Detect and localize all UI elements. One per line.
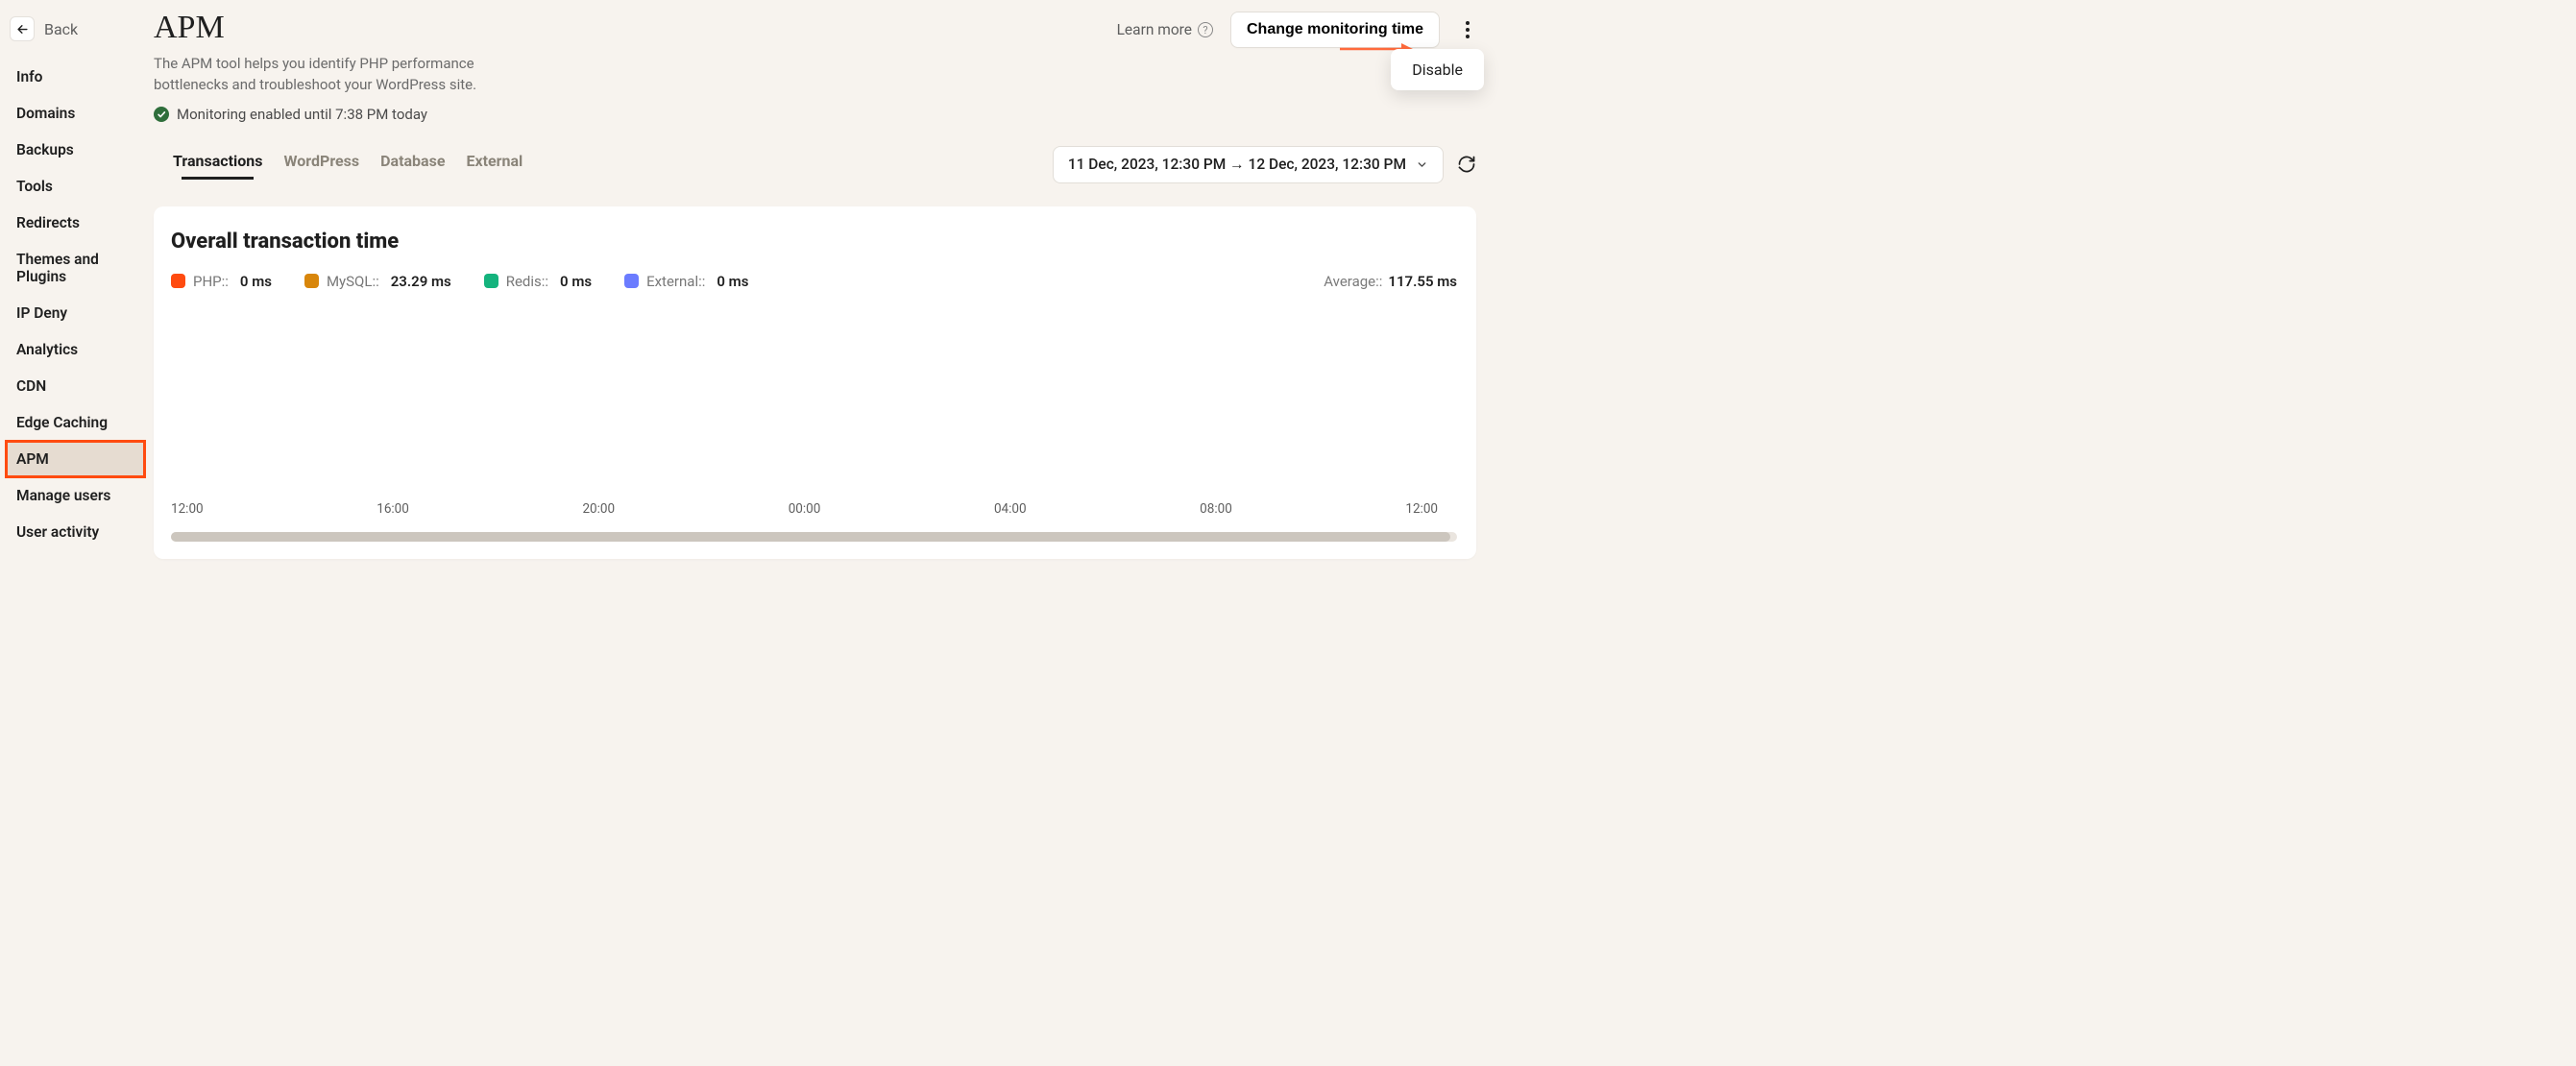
arrow-left-icon bbox=[15, 22, 30, 36]
dots-vertical-icon bbox=[1466, 21, 1470, 38]
sidebar-item-manage-users[interactable]: Manage users bbox=[0, 477, 149, 514]
chart-scrollbar[interactable] bbox=[171, 532, 1457, 542]
learn-more-label: Learn more bbox=[1117, 21, 1192, 38]
sidebar-item-backups[interactable]: Backups bbox=[0, 132, 149, 168]
check-circle-icon bbox=[154, 107, 169, 122]
legend-item-mysql: MySQL::23.29 ms bbox=[304, 273, 451, 290]
tabs-row: Transactions WordPress Database External 11… bbox=[154, 146, 1503, 183]
back-label: Back bbox=[44, 20, 78, 38]
date-range-picker[interactable]: 11 Dec, 2023, 12:30 PM → 12 Dec, 2023, 1… bbox=[1053, 146, 1444, 183]
sidebar-item-redirects[interactable]: Redirects bbox=[0, 205, 149, 241]
xaxis-tick: 12:00 bbox=[1396, 501, 1447, 517]
main: Learn more ? Change monitoring time Disa… bbox=[154, 0, 1503, 559]
chart-xaxis: 12:0016:0020:0000:0004:0008:0012:00 bbox=[171, 501, 1457, 517]
legend-label: PHP:: bbox=[193, 273, 229, 290]
chevron-down-icon bbox=[1416, 158, 1428, 171]
sidebar-item-user-activity[interactable]: User activity bbox=[0, 514, 149, 550]
tab-database[interactable]: Database bbox=[380, 152, 445, 178]
legend-value: 0 ms bbox=[717, 273, 748, 290]
legend-value: 0 ms bbox=[240, 273, 272, 290]
page-description: The APM tool helps you identify PHP perf… bbox=[154, 54, 509, 96]
chart-bars bbox=[171, 303, 1457, 496]
legend-item-php: PHP::0 ms bbox=[171, 273, 272, 290]
sidebar-item-themes-and-plugins[interactable]: Themes and Plugins bbox=[0, 241, 149, 295]
average-value: 117.55 ms bbox=[1388, 273, 1457, 290]
chart-area bbox=[171, 303, 1457, 496]
legend-label: MySQL:: bbox=[327, 273, 379, 290]
legend-swatch bbox=[484, 274, 498, 288]
sidebar-item-info[interactable]: Info bbox=[0, 59, 149, 95]
tab-external[interactable]: External bbox=[466, 152, 522, 178]
average-label: Average:: bbox=[1324, 273, 1382, 290]
legend-left: PHP::0 msMySQL::23.29 msRedis::0 msExter… bbox=[171, 273, 748, 290]
xaxis-tick: 20:00 bbox=[582, 501, 788, 517]
legend-swatch bbox=[624, 274, 639, 288]
refresh-button[interactable] bbox=[1457, 155, 1476, 174]
date-area: 11 Dec, 2023, 12:30 PM → 12 Dec, 2023, 1… bbox=[1053, 146, 1476, 183]
legend-right: Average:: 117.55 ms bbox=[1324, 273, 1457, 290]
legend-row: PHP::0 msMySQL::23.29 msRedis::0 msExter… bbox=[171, 273, 1457, 290]
sidebar-item-apm[interactable]: APM bbox=[6, 441, 145, 477]
sidebar-item-ip-deny[interactable]: IP Deny bbox=[0, 295, 149, 331]
kebab-menu-button[interactable] bbox=[1457, 15, 1478, 44]
scrollbar-thumb[interactable] bbox=[171, 532, 1450, 542]
tab-transactions[interactable]: Transactions bbox=[173, 152, 263, 178]
sidebar: Back InfoDomainsBackupsToolsRedirectsThe… bbox=[0, 0, 149, 550]
sidebar-item-edge-caching[interactable]: Edge Caching bbox=[0, 404, 149, 441]
legend-label: Redis:: bbox=[506, 273, 548, 290]
monitoring-status-row: Monitoring enabled until 7:38 PM today bbox=[154, 106, 1503, 123]
monitoring-status-text: Monitoring enabled until 7:38 PM today bbox=[177, 106, 427, 123]
xaxis-tick: 00:00 bbox=[789, 501, 994, 517]
legend-item-redis: Redis::0 ms bbox=[484, 273, 592, 290]
date-range-text: 11 Dec, 2023, 12:30 PM → 12 Dec, 2023, 1… bbox=[1068, 156, 1406, 174]
legend-item-external: External::0 ms bbox=[624, 273, 748, 290]
legend-value: 23.29 ms bbox=[391, 273, 451, 290]
xaxis-tick: 16:00 bbox=[377, 501, 582, 517]
sidebar-item-cdn[interactable]: CDN bbox=[0, 368, 149, 404]
disable-menu-item[interactable]: Disable bbox=[1412, 61, 1463, 79]
transaction-time-card: Overall transaction time PHP::0 ms MySQL:… bbox=[154, 206, 1476, 559]
card-title: Overall transaction time bbox=[171, 230, 1457, 254]
sidebar-item-tools[interactable]: Tools bbox=[0, 168, 149, 205]
sidebar-item-domains[interactable]: Domains bbox=[0, 95, 149, 132]
sidebar-nav: InfoDomainsBackupsToolsRedirectsThemes a… bbox=[0, 59, 149, 550]
xaxis-tick: 12:00 bbox=[171, 501, 377, 517]
header-actions: Learn more ? Change monitoring time Disa… bbox=[1117, 12, 1478, 48]
sidebar-item-analytics[interactable]: Analytics bbox=[0, 331, 149, 368]
legend-swatch bbox=[171, 274, 185, 288]
kebab-wrapper: Disable bbox=[1457, 15, 1478, 44]
refresh-icon bbox=[1457, 155, 1476, 174]
legend-swatch bbox=[304, 274, 319, 288]
legend-label: External:: bbox=[646, 273, 705, 290]
xaxis-tick: 04:00 bbox=[994, 501, 1200, 517]
tab-wordpress[interactable]: WordPress bbox=[284, 152, 360, 178]
legend-value: 0 ms bbox=[560, 273, 592, 290]
learn-more-link[interactable]: Learn more ? bbox=[1117, 21, 1213, 38]
help-icon: ? bbox=[1198, 22, 1213, 37]
tabs: Transactions WordPress Database External bbox=[154, 152, 522, 178]
kebab-dropdown: Disable bbox=[1391, 49, 1484, 90]
back-row: Back bbox=[0, 14, 149, 59]
back-button[interactable] bbox=[10, 16, 35, 41]
xaxis-tick: 08:00 bbox=[1200, 501, 1405, 517]
